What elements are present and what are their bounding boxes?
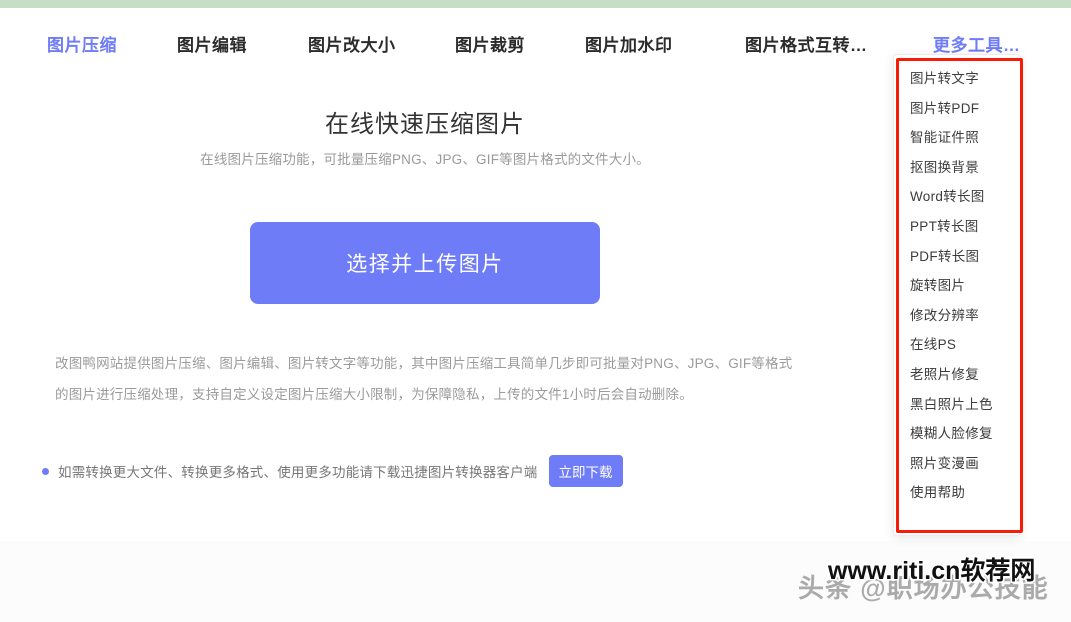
dropdown-item-photo-to-cartoon[interactable]: 照片变漫画 <box>894 449 1020 479</box>
nav-item-more-tools[interactable]: 更多工具… <box>933 37 1021 54</box>
dropdown-item-online-ps[interactable]: 在线PS <box>894 330 1020 360</box>
dropdown-item-word-to-longimage[interactable]: Word转长图 <box>894 182 1020 212</box>
top-accent-band <box>0 0 1071 8</box>
dropdown-item-old-photo-restore[interactable]: 老照片修复 <box>894 360 1020 390</box>
nav-item-image-crop[interactable]: 图片裁剪 <box>455 37 525 54</box>
dropdown-item-face-restore[interactable]: 模糊人脸修复 <box>894 419 1020 449</box>
dropdown-item-ppt-to-longimage[interactable]: PPT转长图 <box>894 212 1020 242</box>
page-subtitle: 在线图片压缩功能，可批量压缩PNG、JPG、GIF等图片格式的文件大小。 <box>200 152 650 167</box>
nav-item-image-compress[interactable]: 图片压缩 <box>47 37 117 54</box>
dropdown-item-photo-colorize[interactable]: 黑白照片上色 <box>894 390 1020 420</box>
dropdown-item-id-photo[interactable]: 智能证件照 <box>894 123 1020 153</box>
nav-item-image-resize[interactable]: 图片改大小 <box>308 37 396 54</box>
page-title: 在线快速压缩图片 <box>325 111 525 138</box>
nav-item-image-watermark[interactable]: 图片加水印 <box>585 37 673 54</box>
upload-image-button[interactable]: 选择并上传图片 <box>250 222 600 304</box>
notice-text: 如需转换更大文件、转换更多格式、使用更多功能请下载迅捷图片转换器客户端 <box>58 465 538 480</box>
dropdown-item-background-removal[interactable]: 抠图换背景 <box>894 153 1020 183</box>
nav-item-format-convert[interactable]: 图片格式互转… <box>745 37 868 54</box>
download-now-button[interactable]: 立即下载 <box>548 455 623 487</box>
dropdown-item-image-to-pdf[interactable]: 图片转PDF <box>894 94 1020 124</box>
watermark-primary: www.riti.cn软荐网 <box>828 557 1036 585</box>
more-tools-dropdown[interactable]: 图片转文字 图片转PDF 智能证件照 抠图换背景 Word转长图 PPT转长图 … <box>893 54 1021 536</box>
nav-item-image-edit[interactable]: 图片编辑 <box>177 37 247 54</box>
bullet-dot-icon <box>42 467 49 475</box>
dropdown-item-pdf-to-longimage[interactable]: PDF转长图 <box>894 242 1020 272</box>
dropdown-item-change-resolution[interactable]: 修改分辨率 <box>894 301 1020 331</box>
dropdown-item-help[interactable]: 使用帮助 <box>894 478 1020 508</box>
dropdown-item-rotate-image[interactable]: 旋转图片 <box>894 271 1020 301</box>
dropdown-item-image-to-text[interactable]: 图片转文字 <box>894 64 1020 94</box>
client-download-notice: 如需转换更大文件、转换更多格式、使用更多功能请下载迅捷图片转换器客户端 立即下载 <box>42 455 623 487</box>
service-description: 改图鸭网站提供图片压缩、图片编辑、图片转文字等功能，其中图片压缩工具简单几步即可… <box>55 356 793 402</box>
